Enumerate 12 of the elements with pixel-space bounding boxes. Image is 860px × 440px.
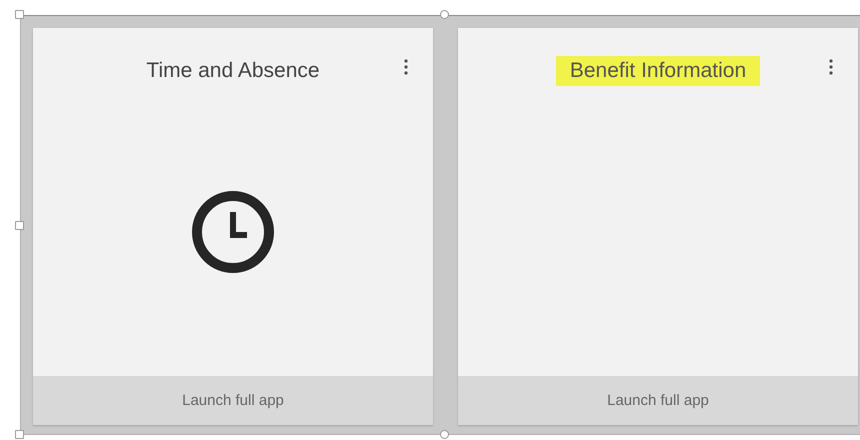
selection-handle[interactable]: [15, 430, 24, 439]
more-options-icon[interactable]: [403, 58, 409, 76]
launch-app-button[interactable]: Launch full app: [458, 376, 858, 425]
selection-handle[interactable]: [15, 221, 24, 230]
selection-handle[interactable]: [440, 430, 449, 439]
selection-handle[interactable]: [15, 10, 24, 19]
launch-app-button[interactable]: Launch full app: [33, 376, 433, 425]
more-options-icon[interactable]: [828, 58, 834, 76]
tile-title: Benefit Information: [556, 56, 760, 86]
clock-icon: [191, 190, 275, 274]
selection-handle[interactable]: [440, 10, 449, 19]
tile-title: Time and Absence: [145, 58, 321, 84]
